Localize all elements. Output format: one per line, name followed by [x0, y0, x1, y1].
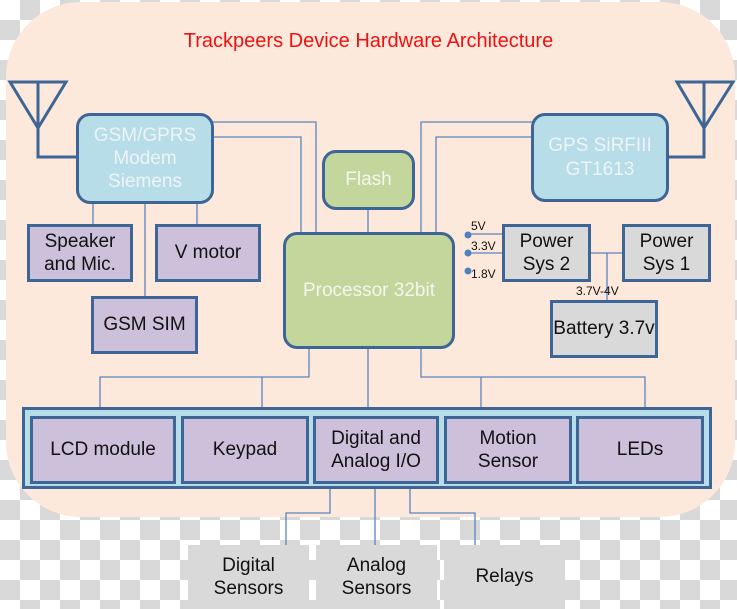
gps-module: GPS SiRFIII GT1613: [531, 113, 669, 202]
gps-antenna-icon: [666, 80, 736, 159]
motion-sensor: Motion Sensor: [444, 416, 572, 484]
5v-label: 5V: [471, 219, 486, 233]
digital-sensors: Digital Sensors: [188, 545, 309, 609]
power-sys-1: Power Sys 1: [622, 224, 711, 282]
keypad: Keypad: [181, 416, 309, 484]
battery: Battery 3.7v: [550, 300, 658, 358]
relays: Relays: [444, 545, 565, 609]
flash-memory: Flash: [322, 150, 415, 210]
vibration-motor: V motor: [155, 224, 261, 282]
digital-analog-io: Digital and Analog I/O: [313, 416, 439, 484]
analog-sensors: Analog Sensors: [316, 545, 437, 609]
3v3-label: 3.3V: [471, 239, 496, 253]
leds: LEDs: [576, 416, 704, 484]
gsm-gprs-modem: GSM/GPRS Modem Siemens: [76, 113, 214, 204]
1v8-label: 1.8V: [471, 267, 496, 281]
processor: Processor 32bit: [283, 232, 455, 349]
speaker-and-mic: Speaker and Mic.: [27, 224, 133, 282]
power-sys-2: Power Sys 2: [502, 224, 591, 282]
gsm-sim: GSM SIM: [91, 296, 198, 354]
gsm-antenna-icon: [7, 80, 78, 159]
lcd-module: LCD module: [30, 416, 176, 484]
battery-range-label: 3.7V-4V: [576, 284, 619, 298]
